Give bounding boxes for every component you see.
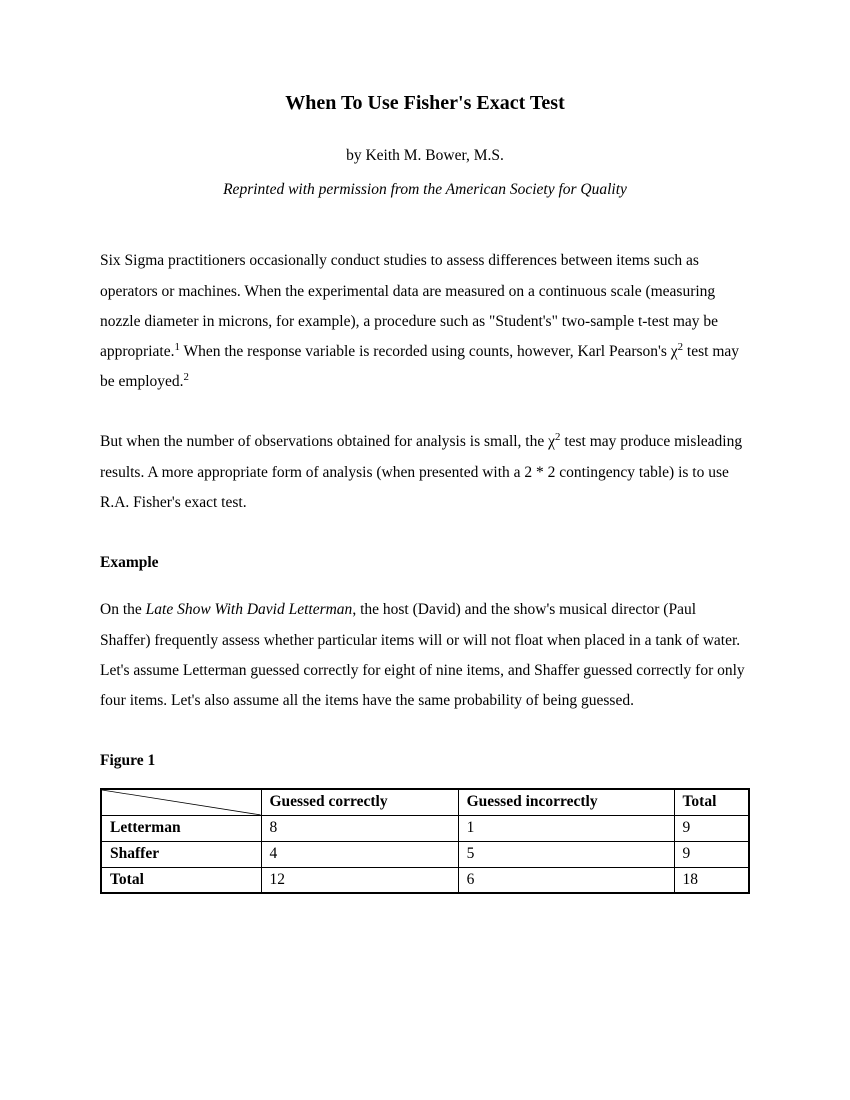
cell-value: 8 <box>261 815 458 841</box>
paper-title: When To Use Fisher's Exact Test <box>100 90 750 116</box>
para2-text-a: But when the number of observations obta… <box>100 433 548 450</box>
cell-value: 9 <box>674 841 749 867</box>
figure-1-label: Figure 1 <box>100 746 750 775</box>
row-label: Total <box>101 867 261 893</box>
chi-symbol-2: χ <box>548 433 555 450</box>
table-corner-cell <box>101 789 261 815</box>
byline: by Keith M. Bower, M.S. <box>100 146 750 166</box>
para3-text-a: On the <box>100 601 146 618</box>
show-title: Late Show With David Letterman <box>146 601 353 618</box>
table-row: Letterman 8 1 9 <box>101 815 749 841</box>
paragraph-2: But when the number of observations obta… <box>100 427 750 518</box>
contingency-table: Guessed correctly Guessed incorrectly To… <box>100 788 750 895</box>
row-label: Letterman <box>101 815 261 841</box>
table-row: Shaffer 4 5 9 <box>101 841 749 867</box>
cell-value: 6 <box>458 867 674 893</box>
table-row: Total 12 6 18 <box>101 867 749 893</box>
cell-value: 12 <box>261 867 458 893</box>
cell-value: 18 <box>674 867 749 893</box>
cell-value: 5 <box>458 841 674 867</box>
col-incorrect: Guessed incorrectly <box>458 789 674 815</box>
chi-symbol-1: χ <box>671 343 678 360</box>
cell-value: 9 <box>674 815 749 841</box>
paragraph-3: On the Late Show With David Letterman, t… <box>100 595 750 716</box>
diagonal-icon <box>102 790 261 815</box>
reprint-notice: Reprinted with permission from the Ameri… <box>100 180 750 200</box>
col-correct: Guessed correctly <box>261 789 458 815</box>
col-total: Total <box>674 789 749 815</box>
table-header-row: Guessed correctly Guessed incorrectly To… <box>101 789 749 815</box>
cell-value: 1 <box>458 815 674 841</box>
cell-value: 4 <box>261 841 458 867</box>
example-heading: Example <box>100 548 750 577</box>
row-label: Shaffer <box>101 841 261 867</box>
paragraph-1: Six Sigma practitioners occasionally con… <box>100 246 750 397</box>
para1-text-b: When the response variable is recorded u… <box>180 343 671 360</box>
footnote-ref-2: 2 <box>184 371 189 383</box>
